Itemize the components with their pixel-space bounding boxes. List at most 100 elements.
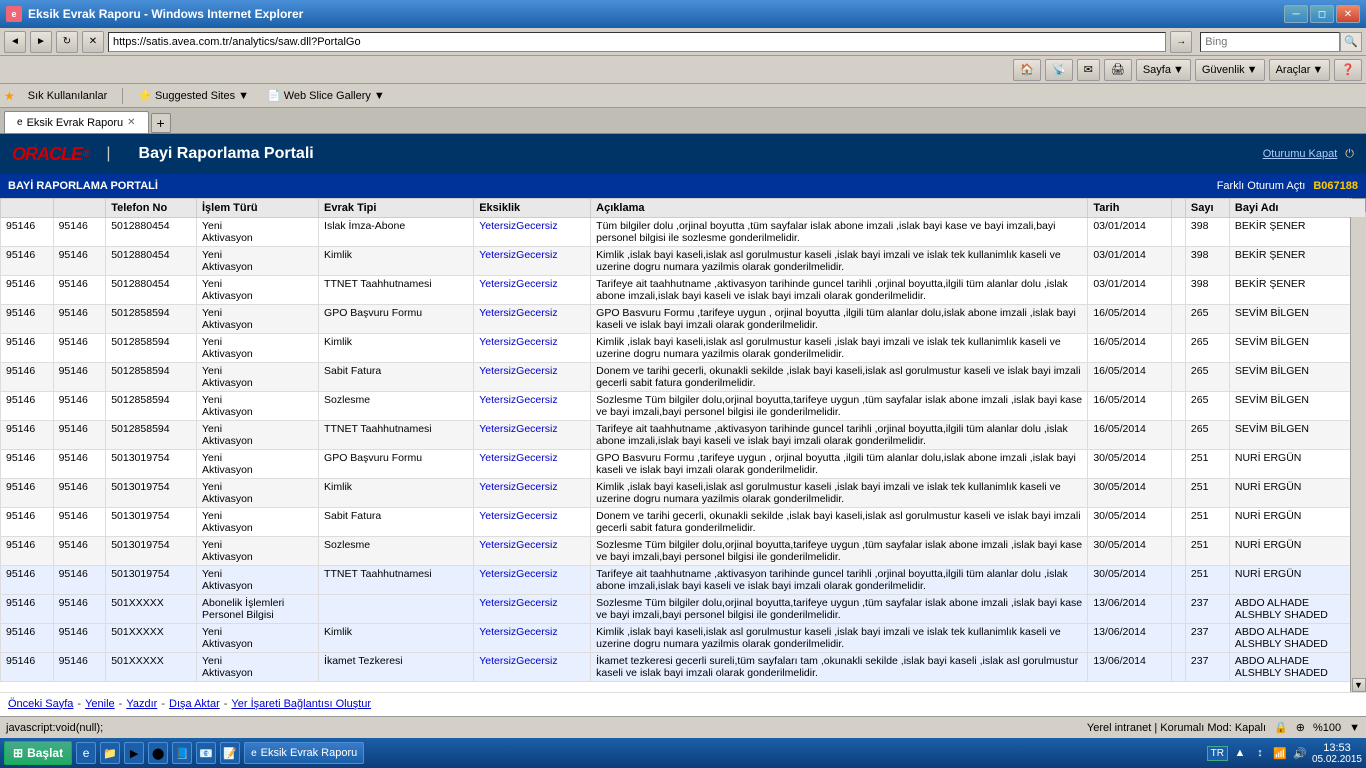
table-cell: 95146 [1, 653, 54, 682]
table-cell: 5012858594 [106, 305, 197, 334]
favorites-button[interactable]: Sık Kullanılanlar [23, 87, 113, 105]
table-cell: Yeni Aktivasyon [196, 537, 318, 566]
url-input[interactable] [108, 32, 1166, 52]
table-cell: 265 [1185, 363, 1229, 392]
prev-page-link[interactable]: Önceki Sayfa [8, 698, 73, 710]
page-content: ORACLE ® | Bayi Raporlama Portali Oturum… [0, 134, 1366, 716]
forward-button[interactable]: ► [30, 31, 52, 53]
table-cell [1171, 247, 1185, 276]
table-cell: 30/05/2014 [1088, 508, 1171, 537]
media-icon[interactable]: ▶ [124, 742, 144, 764]
zoom-dropdown[interactable]: ▼ [1349, 722, 1360, 734]
bookmark-link[interactable]: Yer İşareti Bağlantısı Oluştur [231, 698, 371, 710]
table-cell: 95146 [1, 334, 54, 363]
table-row[interactable]: 95146951465012858594Yeni AktivasyonKimli… [1, 334, 1366, 363]
table-cell: 251 [1185, 479, 1229, 508]
export-link[interactable]: Dışa Aktar [169, 698, 220, 710]
restore-button[interactable]: ◻ [1310, 5, 1334, 23]
col-header-phone: Telefon No [106, 199, 197, 218]
tray-up-arrow[interactable]: ▲ [1232, 745, 1248, 761]
table-cell [1171, 305, 1185, 334]
status-text: javascript:void(null); [6, 722, 103, 734]
page-button[interactable]: Sayfa ▼ [1136, 59, 1191, 81]
table-cell [1171, 363, 1185, 392]
tools-button[interactable]: Araçlar ▼ [1269, 59, 1331, 81]
suggested-sites-button[interactable]: ⭐ Suggested Sites ▼ [133, 86, 254, 105]
table-row[interactable]: 95146951465013019754Yeni AktivasyonGPO B… [1, 450, 1366, 479]
file-explorer-icon[interactable]: 📁 [100, 742, 120, 764]
table-row[interactable]: 95146951465013019754Yeni AktivasyonTTNET… [1, 566, 1366, 595]
refresh-link[interactable]: Yenile [85, 698, 115, 710]
table-cell: 5013019754 [106, 537, 197, 566]
back-button[interactable]: ◄ [4, 31, 26, 53]
table-row[interactable]: 95146951465013019754Yeni AktivasyonSabit… [1, 508, 1366, 537]
table-cell: 13/06/2014 [1088, 595, 1171, 624]
ie-taskbar-icon[interactable]: e [76, 742, 96, 764]
table-cell: 30/05/2014 [1088, 450, 1171, 479]
table-row[interactable]: 9514695146501XXXXXAbonelik İşlemleri Per… [1, 595, 1366, 624]
logout-button[interactable]: Oturumu Kapat [1263, 148, 1338, 160]
table-cell: 95146 [1, 247, 54, 276]
scroll-down-button[interactable]: ▼ [1352, 678, 1366, 692]
table-cell: NURİ ERGÜN [1229, 450, 1365, 479]
home-button[interactable]: 🏠 [1013, 59, 1041, 81]
table-cell: 95146 [53, 421, 106, 450]
table-cell: 95146 [1, 363, 54, 392]
start-button[interactable]: ⊞ Başlat [4, 741, 72, 765]
table-cell: SEVİM BİLGEN [1229, 305, 1365, 334]
help-button[interactable]: ❓ [1334, 59, 1362, 81]
table-row[interactable]: 9514695146501XXXXXYeni Aktivasyonİkamet … [1, 653, 1366, 682]
stop-button[interactable]: ✕ [82, 31, 104, 53]
app6-icon[interactable]: 📧 [196, 742, 216, 764]
table-row[interactable]: 95146951465012858594Yeni AktivasyonTTNET… [1, 421, 1366, 450]
table-cell: 95146 [1, 305, 54, 334]
table-cell: 265 [1185, 421, 1229, 450]
close-button[interactable]: ✕ [1336, 5, 1360, 23]
print-button[interactable]: 🖨 [1104, 59, 1132, 81]
table-cell: YetersizGecersiz [474, 537, 591, 566]
table-row[interactable]: 95146951465012880454Yeni AktivasyonTTNET… [1, 276, 1366, 305]
security-button[interactable]: Güvenlik ▼ [1195, 59, 1265, 81]
table-cell: YetersizGecersiz [474, 508, 591, 537]
table-row[interactable]: 95146951465013019754Yeni AktivasyonSozle… [1, 537, 1366, 566]
go-button[interactable]: → [1170, 31, 1192, 53]
read-mail-button[interactable]: ✉ [1077, 59, 1100, 81]
table-cell: 95146 [1, 392, 54, 421]
table-row[interactable]: 95146951465012858594Yeni AktivasyonSabit… [1, 363, 1366, 392]
new-tab-button[interactable]: + [151, 113, 171, 133]
tab-close-button[interactable]: ✕ [127, 117, 135, 128]
scrollbar[interactable]: ▲ ▼ [1350, 198, 1366, 692]
table-cell: Yeni Aktivasyon [196, 363, 318, 392]
search-input[interactable] [1200, 32, 1340, 52]
table-cell: SEVİM BİLGEN [1229, 363, 1365, 392]
table-cell: 95146 [53, 653, 106, 682]
table-cell [1171, 595, 1185, 624]
chrome-icon[interactable]: ⬤ [148, 742, 168, 764]
table-cell: Sozlesme Tüm bilgiler dolu,orjinal boyut… [591, 392, 1088, 421]
feeds-button[interactable]: 📡 [1045, 59, 1073, 81]
table-cell: Yeni Aktivasyon [196, 421, 318, 450]
refresh-button[interactable]: ↻ [56, 31, 78, 53]
table-row[interactable]: 95146951465012880454Yeni AktivasyonIslak… [1, 218, 1366, 247]
table-row[interactable]: 95146951465013019754Yeni AktivasyonKimli… [1, 479, 1366, 508]
table-row[interactable]: 9514695146501XXXXXYeni AktivasyonKimlikY… [1, 624, 1366, 653]
table-row[interactable]: 95146951465012880454Yeni AktivasyonKimli… [1, 247, 1366, 276]
search-button[interactable]: 🔍 [1340, 32, 1362, 52]
print-link[interactable]: Yazdır [126, 698, 157, 710]
tab-eksik-evrak[interactable]: e Eksik Evrak Raporu ✕ [4, 111, 149, 133]
table-container[interactable]: Telefon No İşlem Türü Evrak Tipi Eksikli… [0, 198, 1366, 692]
minimize-button[interactable]: ─ [1284, 5, 1308, 23]
app7-icon[interactable]: 📝 [220, 742, 240, 764]
app5-icon[interactable]: 📘 [172, 742, 192, 764]
table-cell [1171, 566, 1185, 595]
ie-task-button[interactable]: e Eksik Evrak Raporu [244, 742, 364, 764]
table-cell: BEKİR ŞENER [1229, 218, 1365, 247]
table-cell: Kimlik ,islak bayi kaseli,islak asl goru… [591, 479, 1088, 508]
system-clock: 13:53 05.02.2015 [1312, 742, 1362, 765]
table-row[interactable]: 95146951465012858594Yeni AktivasyonGPO B… [1, 305, 1366, 334]
table-cell: 237 [1185, 595, 1229, 624]
table-row[interactable]: 95146951465012858594Yeni AktivasyonSozle… [1, 392, 1366, 421]
web-slice-gallery-button[interactable]: 📄 Web Slice Gallery ▼ [262, 86, 390, 105]
title-bar: e Eksik Evrak Raporu - Windows Internet … [0, 0, 1366, 28]
table-cell: BEKİR ŞENER [1229, 276, 1365, 305]
